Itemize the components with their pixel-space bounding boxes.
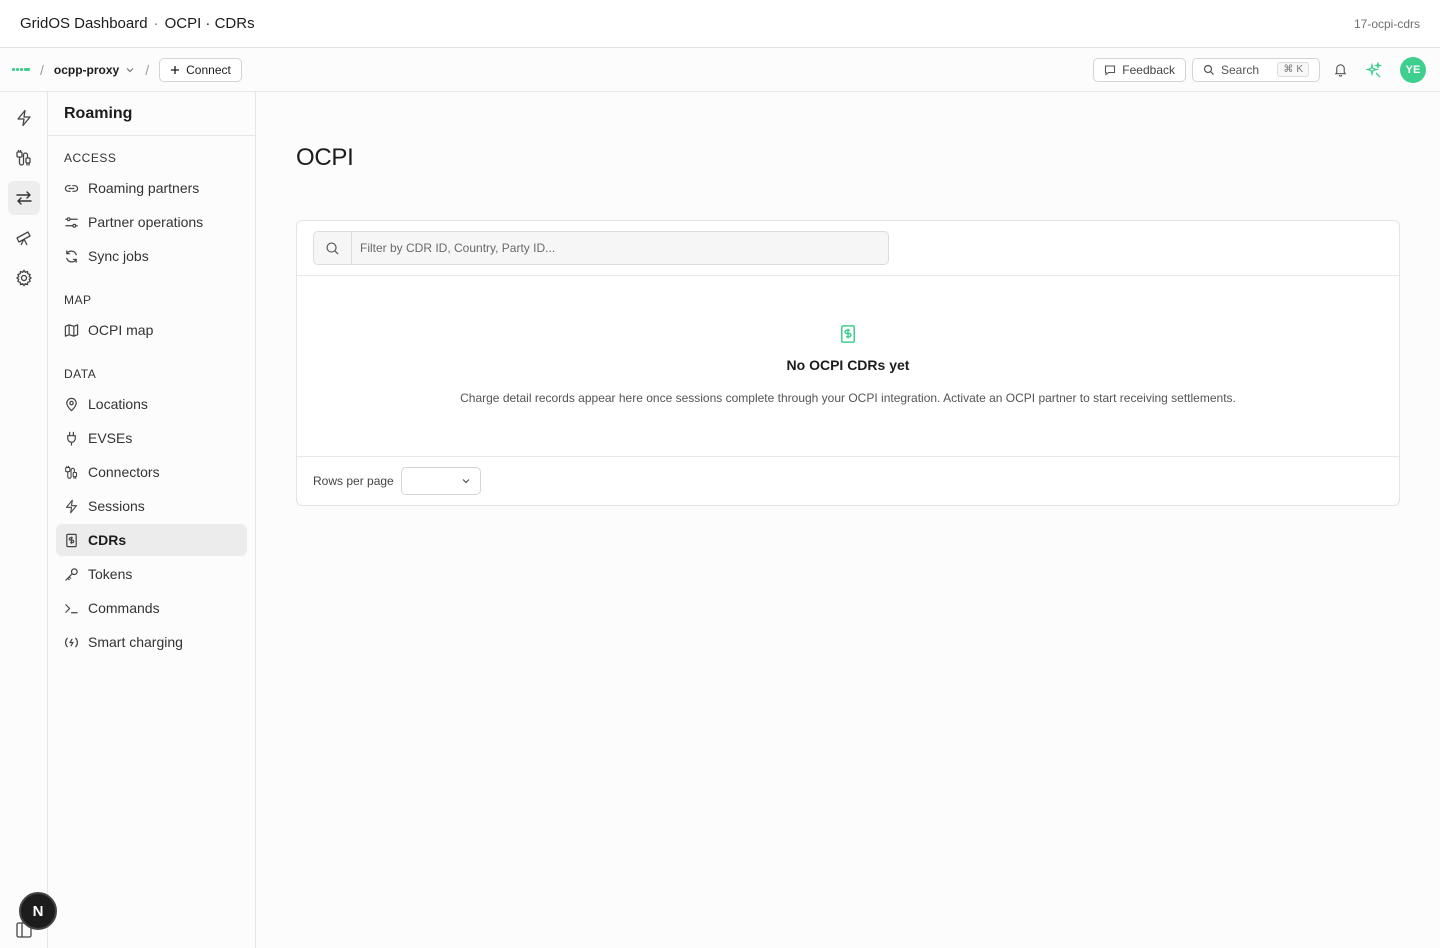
sidebar-item-roaming-partners[interactable]: Roaming partners [56, 172, 247, 204]
gear-icon [15, 269, 33, 287]
filter-row [297, 221, 1399, 276]
link-icon [64, 184, 79, 192]
ai-assistant-button[interactable] [1360, 56, 1388, 84]
rows-per-page-label: Rows per page [313, 474, 394, 488]
sidebar-section-map: MAP [64, 293, 92, 307]
cable-icon [65, 465, 78, 479]
project-name: ocpp-proxy [53, 62, 120, 77]
sparkles-icon [1366, 61, 1382, 77]
cdrs-table-panel: No OCPI CDRs yet Charge detail records a… [296, 220, 1400, 506]
n-badge-button[interactable]: N [19, 892, 57, 930]
rows-per-page-select[interactable] [400, 467, 481, 495]
sliders-icon [65, 216, 78, 228]
rail-roaming-button[interactable] [8, 181, 40, 215]
search-button[interactable]: Search ⌘ K [1192, 57, 1320, 82]
window-title-bar: GridOS Dashboard · OCPI · CDRs 17-ocpi-c… [0, 0, 1440, 48]
receipt-icon [66, 533, 77, 547]
plus-icon [171, 65, 180, 74]
sidebar-section-access: ACCESS [64, 151, 117, 165]
filter-box [313, 231, 889, 265]
arrows-left-right-icon [16, 191, 32, 205]
chevron-down-icon [126, 67, 134, 72]
receipt-icon [841, 325, 855, 343]
sidebar-item-locations[interactable]: Locations [56, 388, 247, 420]
icon-rail: N [0, 92, 57, 948]
key-icon [65, 567, 78, 581]
rail-settings-button[interactable] [8, 261, 40, 295]
notifications-button[interactable] [1326, 56, 1354, 84]
signal-icon [65, 637, 78, 647]
feedback-button[interactable]: Feedback [1093, 57, 1186, 82]
keyboard-shortcut-hint: ⌘ K [1277, 62, 1309, 77]
sidebar-item-sessions[interactable]: Sessions [56, 490, 247, 522]
sidebar-item-commands[interactable]: Commands [56, 592, 247, 624]
rail-charging-button[interactable] [8, 141, 40, 175]
window-title: GridOS Dashboard · OCPI · CDRs [20, 15, 255, 32]
filter-input[interactable] [352, 232, 888, 264]
message-icon [1105, 64, 1116, 76]
breadcrumb-separator: / [145, 61, 150, 78]
refresh-icon [66, 249, 77, 263]
bolt-icon [17, 109, 31, 127]
page-title: OCPI [296, 144, 354, 171]
sidebar-item-evses[interactable]: EVSEs [56, 422, 247, 454]
sidebar-item-partner-operations[interactable]: Partner operations [56, 206, 247, 238]
sidebar-item-smart-charging[interactable]: Smart charging [56, 626, 247, 658]
sidebar-item-cdrs[interactable]: CDRs [56, 524, 247, 556]
filter-search-icon-wrap [314, 232, 352, 264]
brand-logo-icon[interactable] [12, 68, 30, 71]
breadcrumb-separator: / [40, 61, 44, 78]
sidebar-section-data: DATA [64, 367, 97, 381]
bolt-icon [65, 499, 78, 513]
section-sidebar: Roaming ACCESS Roaming partners Partner … [48, 92, 256, 948]
empty-state-description: Charge detail records appear here once s… [460, 391, 1236, 405]
terminal-icon [65, 603, 78, 613]
app-title: GridOS Dashboard [20, 15, 148, 32]
sidebar-item-tokens[interactable]: Tokens [56, 558, 247, 590]
page-slug: 17-ocpi-cdrs [1353, 16, 1420, 31]
empty-state-title: No OCPI CDRs yet [786, 357, 910, 373]
user-avatar[interactable]: YE [1400, 56, 1426, 83]
search-icon [326, 241, 339, 255]
sidebar-title: Roaming [48, 92, 255, 136]
plug-icon [67, 431, 76, 446]
sidebar-item-sync-jobs[interactable]: Sync jobs [56, 240, 247, 272]
rail-energy-button[interactable] [8, 101, 40, 135]
main-content: OCPI No OCPI CDRs yet Charge detail reco… [256, 92, 1440, 948]
sidebar-item-connectors[interactable]: Connectors [56, 456, 247, 488]
project-selector[interactable]: ocpp-proxy [54, 63, 135, 77]
connect-button[interactable]: Connect [159, 57, 242, 82]
page-path: OCPI · CDRs [164, 15, 255, 32]
telescope-icon [16, 231, 31, 246]
cable-icon [16, 150, 31, 166]
rail-marketing-button[interactable] [8, 221, 40, 255]
map-pin-icon [66, 397, 77, 411]
map-icon [64, 323, 79, 337]
chevron-down-icon [462, 479, 470, 484]
empty-state: No OCPI CDRs yet Charge detail records a… [297, 276, 1399, 457]
bell-icon [1334, 64, 1346, 77]
sidebar-item-ocpi-map[interactable]: OCPI map [56, 314, 247, 346]
pagination-bar: Rows per page [297, 457, 1399, 505]
top-navigation-bar: / ocpp-proxy / Connect Feedback Search ⌘… [0, 48, 1440, 92]
search-icon [1203, 64, 1214, 75]
